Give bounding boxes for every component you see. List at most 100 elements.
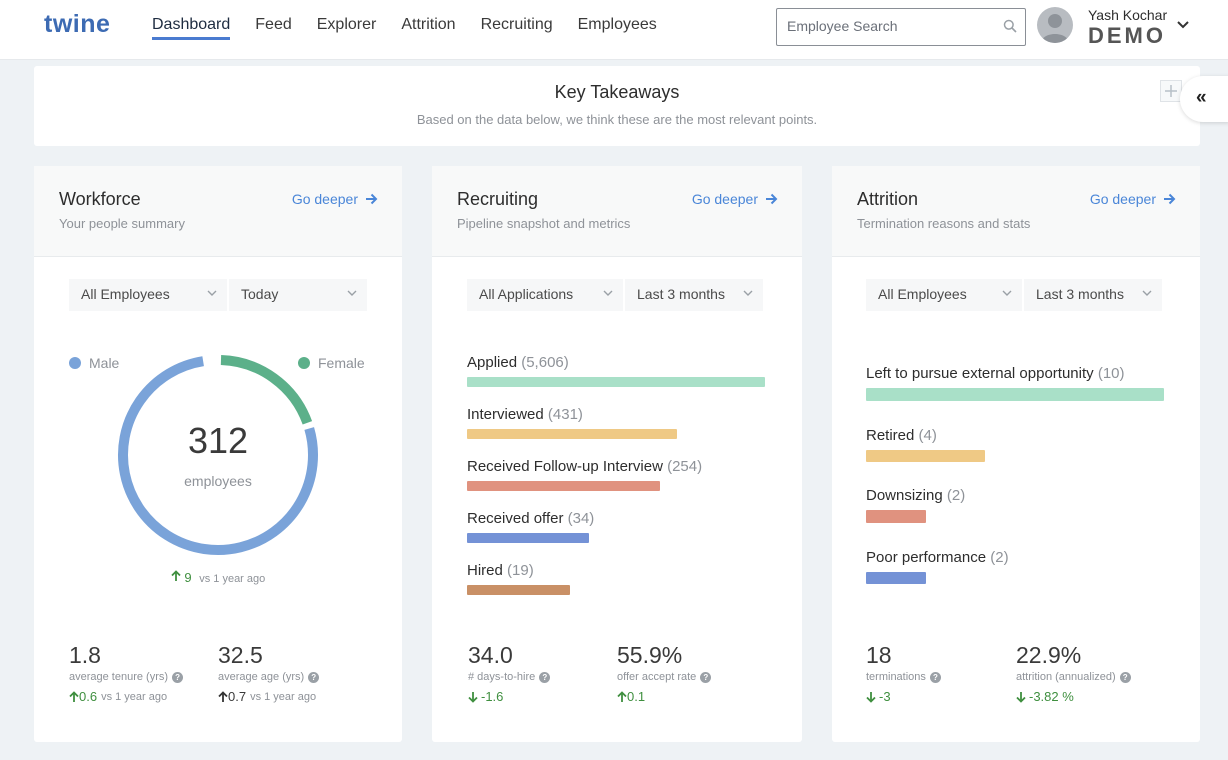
stat-label: average tenure (yrs)? [69,671,184,683]
attrition-population-select[interactable]: All Employees [866,279,1022,311]
help-icon[interactable]: ? [1119,671,1131,683]
reason-label: Downsizing (2) [866,487,1164,504]
recruiting-funnel: Applied (5,606) Interviewed (431) Receiv… [467,354,765,614]
arrow-down-icon [1016,691,1026,703]
funnel-label-text: Applied [467,354,518,371]
help-icon[interactable]: ? [308,671,320,683]
funnel-row-offer[interactable]: Received offer (34) [467,510,765,562]
stat-delta-value: 0.7 [228,689,247,704]
nav-feed[interactable]: Feed [255,0,291,40]
stat-value: 22.9% [1016,642,1082,668]
chevron-down-icon [1002,290,1012,296]
user-name[interactable]: Yash Kochar [1088,7,1167,23]
twine-logo[interactable]: twine [44,10,110,39]
reason-count: (10) [1097,365,1125,382]
funnel-row-interviewed[interactable]: Interviewed (431) [467,406,765,458]
main-nav: Dashboard Feed Explorer Attrition Recrui… [152,0,682,60]
top-navigation-bar: twine Dashboard Feed Explorer Attrition … [0,0,1228,60]
attrition-date-select[interactable]: Last 3 months [1024,279,1162,311]
recruiting-applications-select[interactable]: All Applications [467,279,623,311]
funnel-count: (5,606) [521,354,569,371]
stat-value: 34.0 [468,642,513,668]
stat-delta: 0.6 vs 1 year ago [69,689,183,704]
arrow-up-icon [69,690,79,702]
reason-row-downsizing[interactable]: Downsizing (2) [866,487,1164,549]
stat-offer-accept-rate: 55.9% offer accept rate? 0.1 [617,642,712,704]
reason-count: (2) [946,487,966,504]
arrow-up-icon [171,570,181,581]
stat-value: 32.5 [218,642,263,668]
stat-label: # days-to-hire? [468,671,551,683]
stat-delta-value: -1.6 [481,689,504,704]
employee-count: 312 [187,420,249,461]
workforce-card: Workforce Your people summary Go deeper … [34,166,402,742]
funnel-count: (431) [547,406,583,423]
recruiting-card-header: Recruiting Pipeline snapshot and metrics… [432,166,802,257]
stat-delta: -3 [866,689,941,704]
headcount-change-vs: vs 1 year ago [199,573,266,585]
takeaways-title: Key Takeaways [554,82,680,102]
help-icon[interactable]: ? [700,671,712,683]
stat-delta: -1.6 [468,689,550,704]
select-value: All Applications [479,286,574,302]
employee-search-input[interactable] [777,9,987,43]
reason-label-text: Left to pursue external opportunity [866,365,1094,382]
funnel-bar [467,377,765,387]
stat-terminations: 18 terminations? -3 [866,642,941,704]
help-icon[interactable]: ? [539,671,551,683]
recruiting-filters: All Applications Last 3 months [467,279,765,311]
stat-delta-value: 0.6 [79,689,98,704]
recruiting-title: Recruiting [457,189,539,209]
nav-dashboard[interactable]: Dashboard [152,0,231,40]
reason-count: (4) [918,427,937,444]
funnel-row-follow-up[interactable]: Received Follow-up Interview (254) [467,458,765,510]
reason-row-retired[interactable]: Retired (4) [866,427,1164,487]
attrition-reasons: Left to pursue external opportunity (10)… [866,365,1164,609]
chevron-down-icon [743,290,753,296]
nav-employees[interactable]: Employees [578,0,657,40]
user-avatar[interactable] [1037,7,1073,43]
nav-recruiting[interactable]: Recruiting [481,0,553,40]
funnel-row-hired[interactable]: Hired (19) [467,562,765,614]
chevron-down-icon[interactable] [1176,17,1190,35]
funnel-label: Received offer (34) [467,510,765,527]
attrition-subtitle: Termination reasons and stats [857,216,1031,231]
stat-days-to-hire: 34.0 # days-to-hire? -1.6 [468,642,551,704]
funnel-row-applied[interactable]: Applied (5,606) [467,354,765,406]
reason-row-poor-performance[interactable]: Poor performance (2) [866,549,1164,609]
recruiting-date-select[interactable]: Last 3 months [625,279,763,311]
add-takeaway-button[interactable] [1160,80,1182,102]
reason-label: Retired (4) [866,427,1164,444]
funnel-bar [467,429,677,439]
collapse-panel-button[interactable]: « [1180,76,1228,122]
help-icon[interactable]: ? [172,671,184,683]
gender-donut-chart [118,355,318,555]
search-icon[interactable] [1003,19,1017,38]
recruiting-subtitle: Pipeline snapshot and metrics [457,216,631,231]
funnel-label: Hired (19) [467,562,765,579]
stat-delta-value: 0.1 [627,689,646,704]
stat-label-text: terminations [866,671,926,683]
key-takeaways-panel: Key Takeaways Based on the data below, w… [34,66,1200,146]
user-org[interactable]: DEMO [1088,23,1166,49]
reason-row-external[interactable]: Left to pursue external opportunity (10) [866,365,1164,427]
funnel-label: Received Follow-up Interview (254) [467,458,765,475]
select-value: Last 3 months [637,286,725,302]
go-deeper-label: Go deeper [691,191,758,207]
nav-attrition[interactable]: Attrition [401,0,455,40]
stat-label: average age (yrs)? [218,671,320,683]
reason-label: Left to pursue external opportunity (10) [866,365,1164,382]
stat-avg-age: 32.5 average age (yrs)? 0.7 vs 1 year ag… [218,642,320,704]
attrition-title: Attrition [857,189,919,209]
stat-label-text: offer accept rate [617,671,697,683]
reason-count: (2) [990,549,1009,566]
funnel-count: (19) [507,562,534,579]
stat-value: 1.8 [69,642,101,668]
attrition-go-deeper-link[interactable]: Go deeper [1090,191,1176,207]
reason-label: Poor performance (2) [866,549,1164,566]
recruiting-go-deeper-link[interactable]: Go deeper [692,191,778,207]
funnel-count: (254) [667,458,703,475]
select-value: All Employees [878,286,967,302]
help-icon[interactable]: ? [929,671,941,683]
nav-explorer[interactable]: Explorer [317,0,377,40]
